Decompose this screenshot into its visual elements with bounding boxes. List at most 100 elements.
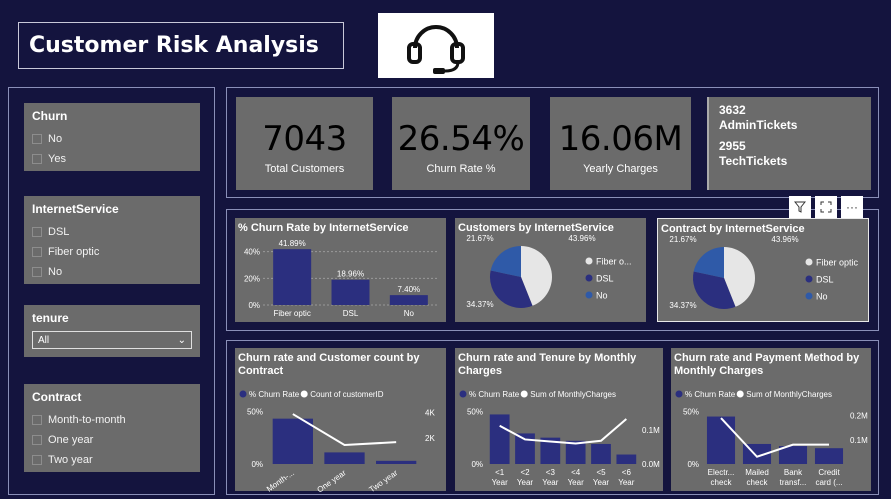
- checkbox[interactable]: [32, 134, 42, 144]
- tick-label: 0.2M: [850, 412, 868, 421]
- churn-payment-chart[interactable]: Churn rate and Payment Method by Monthly…: [671, 348, 871, 491]
- title-box: Customer Risk Analysis: [18, 22, 344, 69]
- option-label: Month-to-month: [48, 414, 126, 426]
- category-label: Credit: [818, 468, 840, 477]
- tick-label: 20%: [244, 274, 260, 283]
- legend-label: Fiber o...: [596, 257, 632, 267]
- slicer-option[interactable]: Fiber optic: [32, 242, 192, 262]
- checkbox[interactable]: [32, 267, 42, 277]
- category-label: Year: [618, 478, 635, 487]
- legend-marker: [805, 292, 813, 300]
- tech-tickets-label: TechTickets: [719, 154, 788, 168]
- chart-title: Churn rate and Payment Method by Monthly…: [674, 352, 860, 377]
- page-title: Customer Risk Analysis: [29, 33, 319, 58]
- checkbox[interactable]: [32, 154, 42, 164]
- slicer-title: tenure: [32, 311, 69, 325]
- churn-tenure-chart[interactable]: Churn rate and Tenure by Monthly Charges…: [455, 348, 663, 491]
- kpi-label: Total Customers: [264, 163, 345, 175]
- slicer-title: InternetService: [32, 202, 119, 216]
- chart-title: Churn rate and Customer count by Contrac…: [238, 352, 420, 377]
- option-label: No: [48, 133, 63, 145]
- legend-marker: [805, 275, 813, 283]
- bar: [591, 443, 611, 464]
- legend-marker: [520, 390, 528, 398]
- filter-icon[interactable]: [789, 196, 811, 218]
- slicer-option[interactable]: Yes: [32, 149, 192, 169]
- tick-label: 0.0M: [642, 460, 660, 469]
- category-label: Fiber optic: [273, 309, 310, 318]
- combo-chart: % Churn Rate Count of customerID 50% 0% 4K 2K…: [239, 390, 435, 495]
- kpi-value: 26.54%: [397, 119, 525, 159]
- internet-slicer[interactable]: InternetService DSL Fiber optic No: [24, 196, 200, 284]
- bar: [273, 249, 312, 305]
- kpi-value: 7043: [262, 119, 347, 159]
- more-options-icon[interactable]: ···: [841, 196, 863, 218]
- option-label: Two year: [48, 454, 93, 466]
- tick-label: 4K: [425, 408, 435, 417]
- tech-tickets-value: 2955: [719, 139, 746, 153]
- focus-mode-icon[interactable]: [815, 196, 837, 218]
- series-line: [720, 417, 829, 458]
- legend-marker: [239, 390, 247, 398]
- data-label: 41.89%: [279, 239, 306, 248]
- checkbox[interactable]: [32, 415, 42, 425]
- legend-label: Sum of MonthlyCharges: [530, 390, 616, 399]
- bar: [376, 460, 417, 464]
- churn-contract-chart[interactable]: Churn rate and Customer count by Contrac…: [235, 348, 446, 495]
- legend-marker: [300, 390, 308, 398]
- slicer-option[interactable]: Two year: [32, 450, 192, 470]
- combo-chart: % Churn Rate Sum of MonthlyCharges 50% 0% 0.…: [675, 390, 868, 487]
- category-label: Year: [492, 478, 509, 487]
- tick-label: 0%: [248, 301, 260, 310]
- slicer-option[interactable]: No: [32, 262, 192, 282]
- category-label: card (...: [815, 478, 842, 487]
- data-label: 21.67%: [466, 235, 493, 243]
- admin-tickets-label: AdminTickets: [719, 118, 798, 132]
- kpi-card-yearly-charges: 16.06M Yearly Charges: [550, 97, 691, 190]
- checkbox[interactable]: [32, 455, 42, 465]
- chart-title: Churn rate and Tenure by Monthly Charges: [458, 352, 637, 377]
- tenure-dropdown[interactable]: All ⌄: [32, 331, 192, 349]
- slicer-title: Churn: [32, 109, 68, 123]
- churn-slicer[interactable]: Churn No Yes: [24, 103, 200, 171]
- category-label: <6: [622, 468, 632, 477]
- bar: [814, 448, 844, 464]
- legend-label: No: [596, 291, 608, 301]
- legend-label: % Churn Rate: [249, 390, 300, 399]
- customers-internet-chart[interactable]: Customers by InternetService 43.96% 34.37…: [455, 218, 646, 322]
- contract-slicer[interactable]: Contract Month-to-month One year Two yea…: [24, 384, 200, 472]
- category-label: Year: [517, 478, 534, 487]
- churn-rate-internet-chart[interactable]: % Churn Rate by InternetService 40% 20% 0%…: [235, 218, 446, 322]
- chevron-down-icon: ⌄: [177, 334, 186, 346]
- tick-label: 50%: [467, 407, 483, 416]
- option-label: No: [48, 266, 63, 278]
- legend-label: Fiber optic: [816, 258, 859, 268]
- legend-marker: [459, 390, 467, 398]
- legend-marker: [805, 258, 813, 266]
- data-label: 21.67%: [669, 236, 696, 244]
- slicer-option[interactable]: Month-to-month: [32, 410, 192, 430]
- data-label: 34.37%: [466, 300, 493, 309]
- kpi-card-customers: 7043 Total Customers: [236, 97, 373, 190]
- bar-chart: 40% 20% 0% 41.89% Fiber optic 18.96% DSL 7.40% N…: [244, 239, 438, 318]
- checkbox[interactable]: [32, 247, 42, 257]
- kpi-label: Yearly Charges: [583, 163, 658, 175]
- visual-toolbar: ···: [789, 196, 863, 218]
- contract-internet-chart[interactable]: Contract by InternetService 43.96% 34.37%…: [657, 218, 869, 322]
- checkbox[interactable]: [32, 227, 42, 237]
- tenure-slicer[interactable]: tenure All ⌄: [24, 305, 200, 357]
- legend-label: % Churn Rate: [469, 390, 520, 399]
- slicer-option[interactable]: One year: [32, 430, 192, 450]
- admin-tickets-value: 3632: [719, 103, 746, 117]
- pie-chart: 43.96% 34.37% 21.67% Fiber optic DSL No: [669, 235, 859, 310]
- tick-label: 0%: [251, 460, 263, 469]
- slicer-option[interactable]: No: [32, 129, 192, 149]
- slicer-option[interactable]: DSL: [32, 222, 192, 242]
- category-label: Bank: [784, 468, 803, 477]
- legend-marker: [585, 257, 593, 265]
- category-label: check: [711, 478, 733, 487]
- checkbox[interactable]: [32, 435, 42, 445]
- data-label: 18.96%: [337, 270, 364, 279]
- more-label: ···: [846, 200, 858, 214]
- category-label: Year: [593, 478, 610, 487]
